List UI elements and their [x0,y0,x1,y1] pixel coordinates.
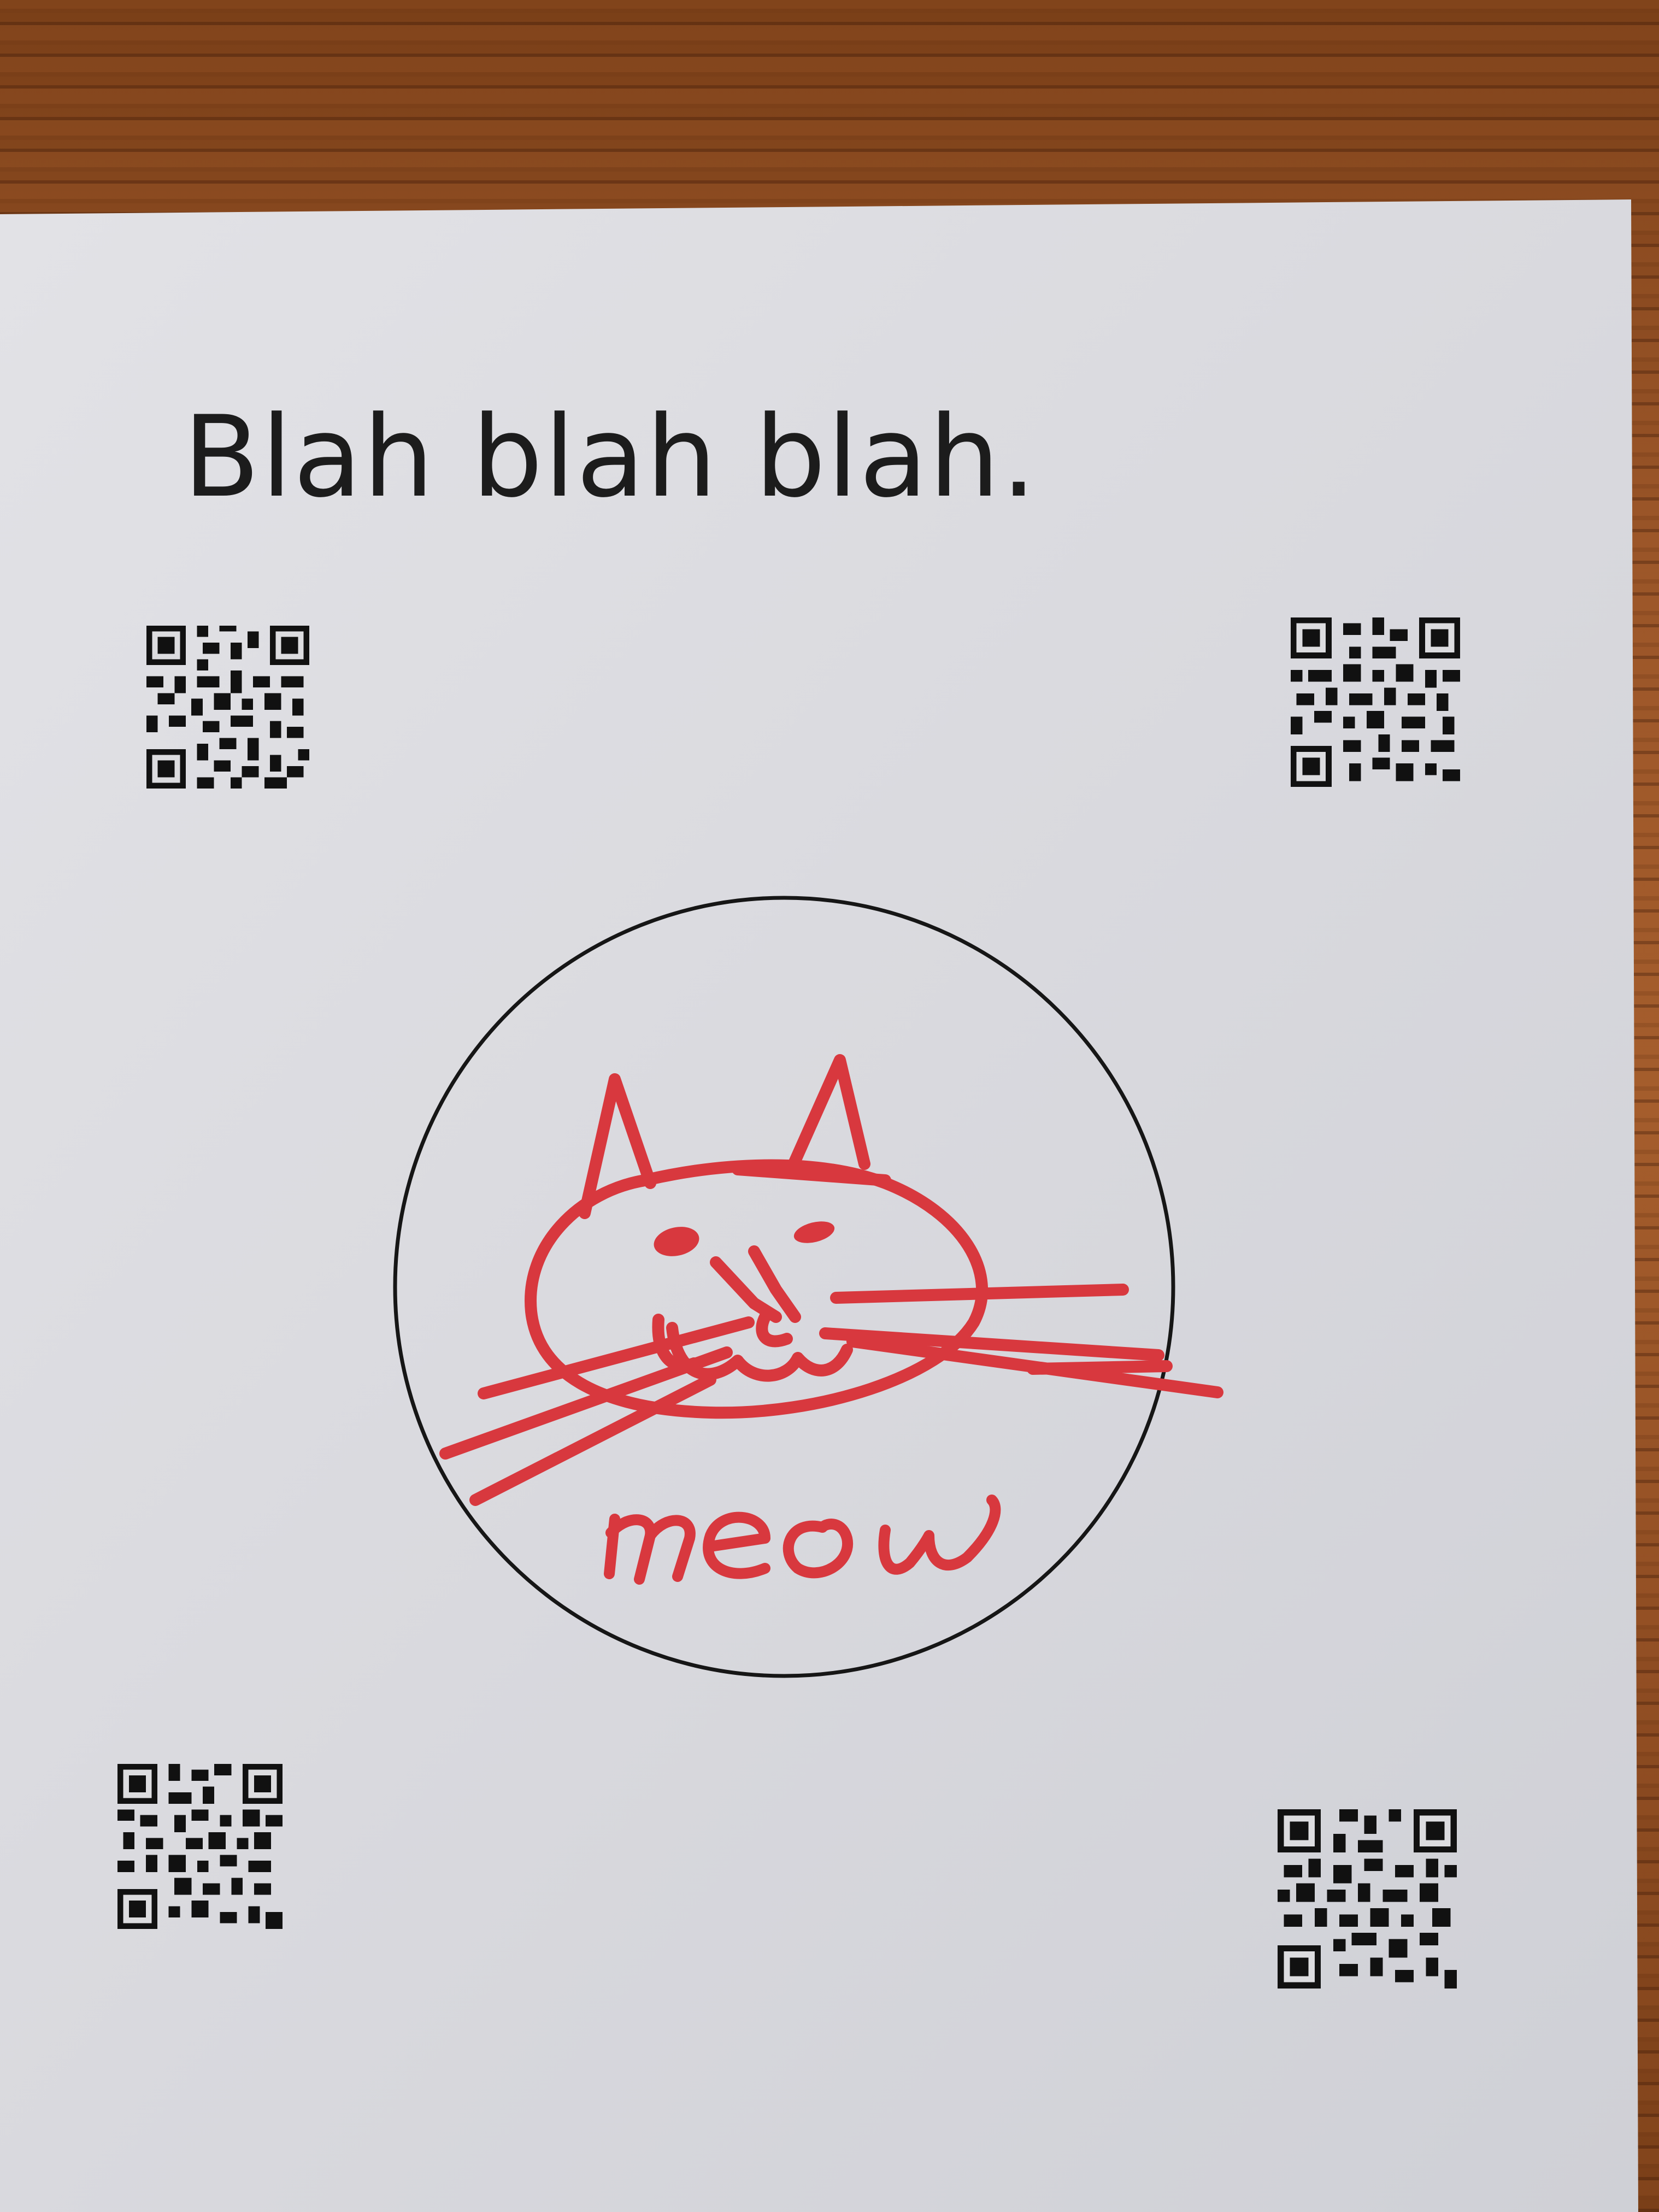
target-circle-icon [393,896,1223,1678]
photo-scene: Blah blah blah. [0,0,1659,2212]
cat-drawing-icon [439,1054,1223,1506]
paper-sheet: Blah blah blah. [0,0,1659,2212]
handwritten-text: meow [590,1475,1027,1601]
